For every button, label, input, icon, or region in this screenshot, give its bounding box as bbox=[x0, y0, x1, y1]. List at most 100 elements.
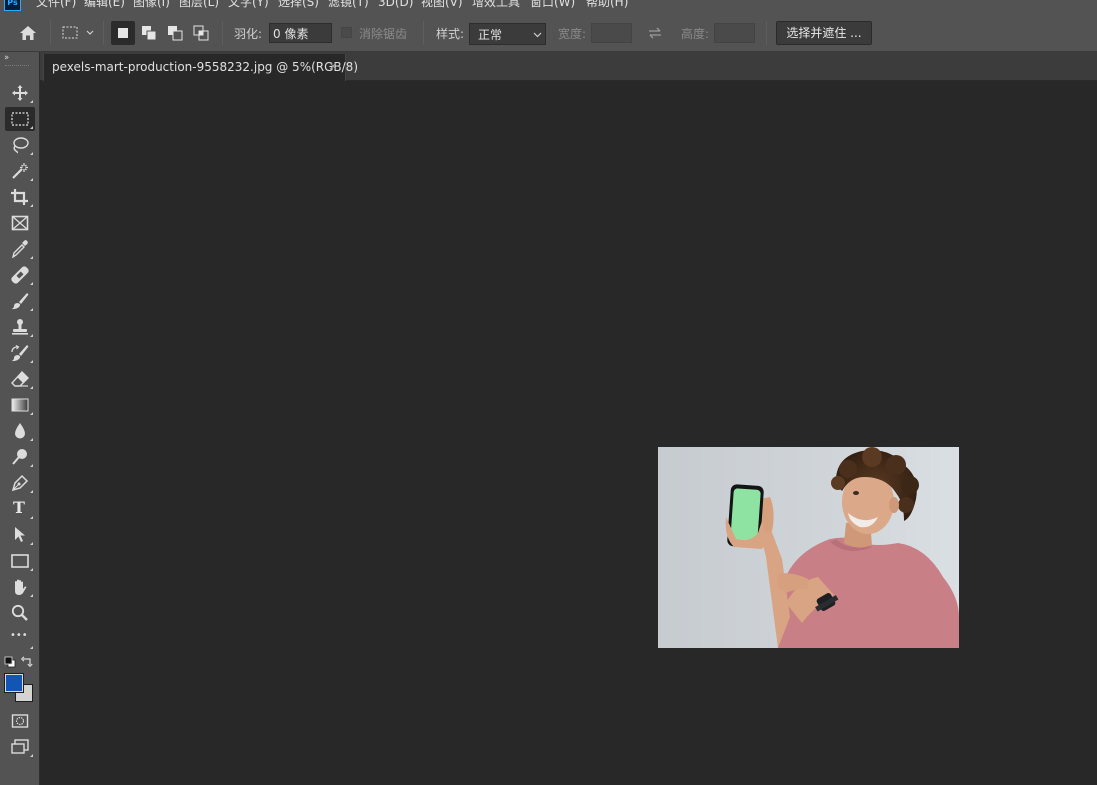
gradient-tool[interactable] bbox=[5, 393, 35, 417]
history-brush-icon bbox=[11, 344, 29, 362]
style-label: 样式: bbox=[436, 27, 465, 41]
menu-help[interactable]: 帮助(H) bbox=[586, 0, 628, 10]
screen-mode-icon bbox=[11, 739, 29, 754]
menu-3d[interactable]: 3D(D) bbox=[378, 0, 413, 10]
lasso-icon bbox=[13, 137, 29, 154]
healing-brush-tool[interactable] bbox=[5, 263, 35, 287]
history-brush-tool[interactable] bbox=[5, 341, 35, 365]
gradient-icon bbox=[11, 398, 29, 412]
antialias-checkbox[interactable] bbox=[341, 27, 352, 38]
height-input[interactable] bbox=[714, 23, 755, 43]
close-tab-icon[interactable]: × bbox=[328, 59, 338, 73]
hand-tool[interactable] bbox=[5, 575, 35, 599]
new-selection-button[interactable] bbox=[111, 21, 135, 45]
stamp-icon bbox=[12, 319, 28, 335]
add-selection-icon bbox=[142, 26, 157, 41]
width-label: 宽度: bbox=[558, 27, 587, 41]
frame-icon bbox=[11, 215, 29, 231]
home-button[interactable] bbox=[15, 22, 41, 44]
blur-drop-icon bbox=[15, 423, 25, 439]
menu-window[interactable]: 窗口(W) bbox=[530, 0, 575, 10]
swap-dimensions-button[interactable] bbox=[645, 23, 665, 43]
collapse-panel-button[interactable]: ›› bbox=[4, 53, 9, 63]
path-selection-arrow-icon bbox=[15, 527, 25, 542]
feather-input[interactable] bbox=[269, 23, 332, 43]
panel-grip[interactable] bbox=[5, 65, 29, 68]
menu-bar: Ps 文件(F) 编辑(E) 图像(I) 图层(L) 文字(Y) 选择(S) 滤… bbox=[0, 0, 1097, 14]
zoom-icon bbox=[11, 604, 28, 621]
lasso-tool[interactable] bbox=[5, 133, 35, 157]
type-icon: T bbox=[13, 498, 25, 517]
menu-type[interactable]: 文字(Y) bbox=[228, 0, 269, 10]
dodge-tool[interactable] bbox=[5, 445, 35, 469]
subtract-from-selection-button[interactable] bbox=[163, 21, 187, 45]
crop-icon bbox=[11, 189, 28, 205]
height-label: 高度: bbox=[681, 27, 710, 41]
blur-tool[interactable] bbox=[5, 419, 35, 443]
antialias-label: 消除锯齿 bbox=[359, 27, 408, 41]
menu-image[interactable]: 图像(I) bbox=[133, 0, 170, 10]
path-selection-tool[interactable] bbox=[5, 523, 35, 547]
menu-select[interactable]: 选择(S) bbox=[278, 0, 319, 10]
tool-preset-picker[interactable] bbox=[59, 22, 99, 44]
zoom-tool[interactable] bbox=[5, 601, 35, 625]
eraser-tool[interactable] bbox=[5, 367, 35, 391]
edit-toolbar-button[interactable]: ••• bbox=[5, 627, 35, 651]
menu-filter[interactable]: 滤镜(T) bbox=[328, 0, 369, 10]
document-tab-title: pexels-mart-production-9558232.jpg @ 5%(… bbox=[52, 60, 358, 74]
type-tool[interactable]: T bbox=[5, 497, 35, 521]
rectangular-marquee-tool[interactable] bbox=[5, 107, 35, 131]
options-bar: 羽化: 消除锯齿 样式: 正常 宽度: 高度: 选择并遮住 ... bbox=[0, 14, 1097, 52]
intersect-selection-icon bbox=[193, 25, 209, 41]
home-icon bbox=[20, 26, 36, 40]
add-to-selection-button[interactable] bbox=[137, 21, 161, 45]
tools-panel: ›› T ••• bbox=[0, 52, 40, 785]
eyedropper-icon bbox=[12, 240, 28, 258]
foreground-color-swatch[interactable] bbox=[4, 673, 24, 693]
swap-icon bbox=[649, 27, 661, 39]
default-colors-icon bbox=[4, 656, 16, 668]
eraser-icon bbox=[11, 370, 29, 387]
pen-tool[interactable] bbox=[5, 471, 35, 495]
hand-icon bbox=[15, 579, 27, 595]
more-icon: ••• bbox=[10, 630, 28, 641]
menu-layer[interactable]: 图层(L) bbox=[179, 0, 219, 10]
swap-colors-button[interactable] bbox=[21, 655, 34, 668]
brush-icon bbox=[11, 293, 29, 310]
clone-stamp-tool[interactable] bbox=[5, 315, 35, 339]
new-selection-icon bbox=[118, 28, 128, 38]
document-image[interactable] bbox=[658, 447, 959, 648]
screen-mode-button[interactable] bbox=[5, 735, 35, 759]
chevron-down-icon bbox=[533, 32, 542, 38]
eyedropper-tool[interactable] bbox=[5, 237, 35, 261]
move-icon bbox=[12, 85, 28, 101]
dodge-icon bbox=[12, 449, 27, 465]
pen-icon bbox=[11, 474, 29, 492]
document-tab[interactable]: pexels-mart-production-9558232.jpg @ 5%(… bbox=[43, 54, 358, 81]
style-select[interactable]: 正常 bbox=[469, 23, 546, 45]
menu-file[interactable]: 文件(F) bbox=[36, 0, 76, 10]
frame-tool[interactable] bbox=[5, 211, 35, 235]
photoshop-logo-icon: Ps bbox=[4, 0, 21, 11]
quick-mask-icon bbox=[11, 714, 29, 728]
select-and-mask-button[interactable]: 选择并遮住 ... bbox=[776, 21, 872, 45]
default-colors-button[interactable] bbox=[4, 656, 16, 668]
marquee-preset-icon bbox=[62, 26, 94, 39]
width-input[interactable] bbox=[591, 23, 632, 43]
move-tool[interactable] bbox=[5, 81, 35, 105]
intersect-selection-button[interactable] bbox=[189, 21, 213, 45]
rectangle-tool[interactable] bbox=[5, 549, 35, 573]
crop-tool[interactable] bbox=[5, 185, 35, 209]
photo-man-holding-phone bbox=[658, 447, 959, 648]
swap-arrows-icon bbox=[21, 656, 33, 667]
magic-wand-icon bbox=[12, 163, 28, 179]
rectangular-marquee-icon bbox=[11, 112, 29, 126]
document-canvas[interactable] bbox=[41, 82, 1097, 785]
menu-view[interactable]: 视图(V) bbox=[421, 0, 463, 10]
quick-mask-button[interactable] bbox=[5, 709, 35, 733]
menu-edit[interactable]: 编辑(E) bbox=[84, 0, 125, 10]
style-select-value: 正常 bbox=[478, 28, 503, 42]
magic-wand-tool[interactable] bbox=[5, 159, 35, 183]
brush-tool[interactable] bbox=[5, 289, 35, 313]
menu-plugins[interactable]: 增效工具 bbox=[472, 0, 520, 10]
